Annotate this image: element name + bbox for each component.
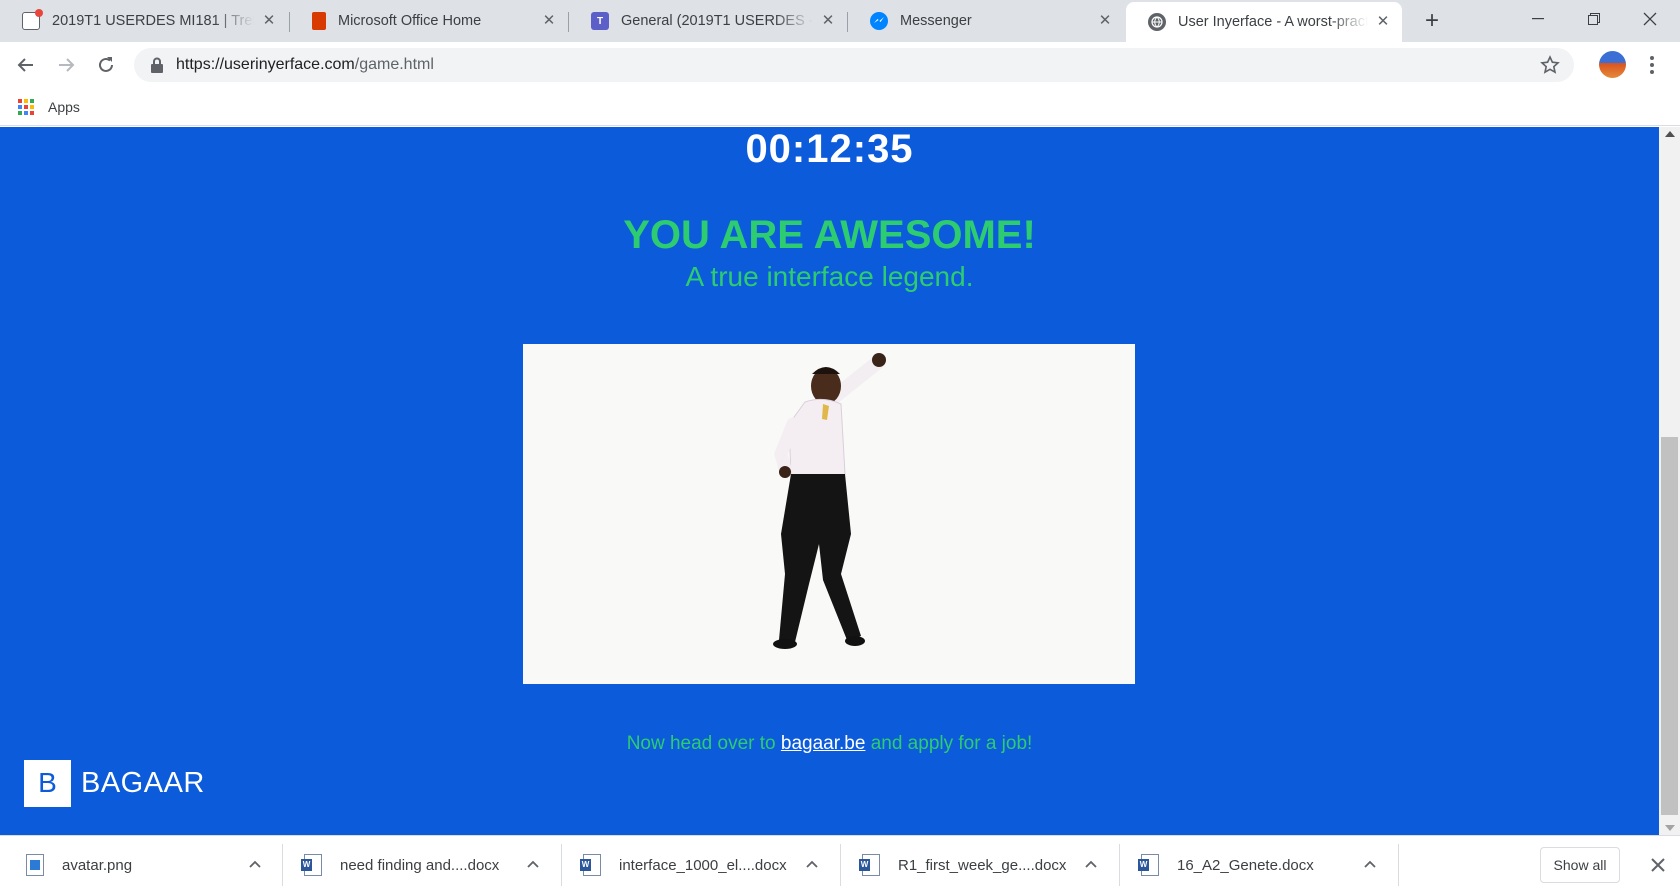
download-filename: R1_first_week_ge....docx <box>898 856 1067 874</box>
url-text: https://userinyerface.com/game.html <box>176 56 434 74</box>
apps-label: Apps <box>48 99 80 115</box>
page-scrollbar[interactable] <box>1659 127 1680 835</box>
chevron-up-icon[interactable] <box>248 857 262 871</box>
download-filename: interface_1000_el....docx <box>619 856 787 874</box>
messenger-icon <box>870 12 888 30</box>
close-icon[interactable]: ✕ <box>1374 13 1392 31</box>
close-icon[interactable]: ✕ <box>819 12 837 30</box>
scroll-up-arrow-icon[interactable] <box>1665 131 1675 137</box>
tab-trello[interactable]: 2019T1 USERDES MI181 | Trello ✕ <box>0 0 288 42</box>
bookmarks-bar: Apps <box>0 88 1680 126</box>
download-separator <box>282 844 283 886</box>
bagaar-link[interactable]: bagaar.be <box>781 733 866 754</box>
tab-title: User Inyerface - A worst-practice UI exp… <box>1178 14 1368 30</box>
download-separator <box>840 844 841 886</box>
minimize-button[interactable] <box>1510 0 1566 38</box>
reload-button[interactable] <box>90 49 122 81</box>
scrollbar-thumb[interactable] <box>1661 437 1678 815</box>
word-file-icon <box>859 854 880 876</box>
tab-title: Messenger <box>900 13 972 29</box>
game-complete-page: 00:12:35 YOU ARE AWESOME! A true interfa… <box>0 127 1659 835</box>
chevron-up-icon[interactable] <box>1363 857 1377 871</box>
back-button[interactable] <box>10 49 42 81</box>
success-subline: A true interface legend. <box>685 261 974 292</box>
download-item[interactable]: avatar.png <box>26 836 262 894</box>
show-all-downloads-button[interactable]: Show all <box>1540 847 1620 883</box>
close-icon[interactable]: ✕ <box>540 12 558 30</box>
teams-icon: T <box>591 12 609 30</box>
trello-icon <box>22 9 43 30</box>
bagaar-logo-word: BAGAAR <box>81 766 205 799</box>
url-path: /game.html <box>354 56 434 73</box>
download-filename: need finding and....docx <box>340 856 500 874</box>
forward-arrow-icon <box>59 58 75 72</box>
chevron-up-icon[interactable] <box>1084 857 1098 871</box>
browser-toolbar: https://userinyerface.com/game.html <box>0 42 1680 88</box>
tab-strip: 2019T1 USERDES MI181 | Trello ✕ Microsof… <box>0 0 1680 42</box>
chevron-up-icon[interactable] <box>526 857 540 871</box>
download-filename: avatar.png <box>62 856 133 874</box>
dancing-man-image <box>523 344 1135 684</box>
minimize-icon <box>1532 18 1544 20</box>
tab-title: General (2019T1 USERDES - MI181) <box>621 13 813 29</box>
window-close-button[interactable] <box>1622 0 1678 38</box>
office-icon <box>312 12 326 30</box>
tab-messenger[interactable]: Messenger ✕ <box>848 0 1124 42</box>
download-filename: 16_A2_Genete.docx <box>1177 856 1314 874</box>
apps-grid-icon <box>18 99 34 115</box>
tab-user-inyerface[interactable]: User Inyerface - A worst-practice UI exp… <box>1126 2 1402 42</box>
url-host: https://userinyerface.com <box>176 56 355 73</box>
tab-title: 2019T1 USERDES MI181 | Trello <box>52 13 254 29</box>
forward-button[interactable] <box>50 49 82 81</box>
restore-icon <box>1588 13 1600 25</box>
tab-office[interactable]: Microsoft Office Home ✕ <box>290 0 568 42</box>
bookmark-star-icon[interactable] <box>1540 55 1560 75</box>
reload-icon <box>99 57 113 72</box>
cta-suffix: and apply for a job! <box>865 733 1033 754</box>
bagaar-logo[interactable]: B BAGAAR <box>24 759 205 807</box>
close-icon <box>1643 12 1657 26</box>
download-separator <box>1398 844 1399 886</box>
download-separator <box>561 844 562 886</box>
cta-prefix: Now head over to <box>626 733 781 754</box>
globe-icon <box>1148 13 1166 31</box>
tab-title: Microsoft Office Home <box>338 13 482 29</box>
bagaar-logo-mark: B <box>24 759 71 807</box>
dancing-man-illustration <box>773 353 886 649</box>
download-shelf: avatar.png need finding and....docx inte… <box>0 835 1680 893</box>
close-icon[interactable] <box>1648 855 1668 875</box>
download-item[interactable]: interface_1000_el....docx <box>580 836 819 894</box>
word-file-icon <box>301 854 322 876</box>
job-call-to-action: Now head over to bagaar.be and apply for… <box>0 733 1659 755</box>
download-separator <box>1119 844 1120 886</box>
image-file-icon <box>26 854 44 876</box>
success-headline: YOU ARE AWESOME! <box>623 213 1036 257</box>
apps-shortcut[interactable]: Apps <box>18 95 80 119</box>
download-item[interactable]: R1_first_week_ge....docx <box>859 836 1098 894</box>
elapsed-timer: 00:12:35 <box>745 127 914 171</box>
chevron-up-icon[interactable] <box>805 857 819 871</box>
download-item[interactable]: need finding and....docx <box>301 836 540 894</box>
tab-teams[interactable]: T General (2019T1 USERDES - MI181) ✕ <box>569 0 847 42</box>
scroll-down-arrow-icon[interactable] <box>1665 825 1675 831</box>
address-bar[interactable]: https://userinyerface.com/game.html <box>134 48 1574 82</box>
word-file-icon <box>1138 854 1159 876</box>
profile-avatar[interactable] <box>1599 51 1626 78</box>
lock-icon <box>151 57 163 73</box>
new-tab-button[interactable]: + <box>1418 8 1446 36</box>
word-file-icon <box>580 854 601 876</box>
back-arrow-icon <box>17 58 33 72</box>
restore-button[interactable] <box>1566 0 1622 38</box>
download-item[interactable]: 16_A2_Genete.docx <box>1138 836 1377 894</box>
close-icon[interactable]: ✕ <box>1096 12 1114 30</box>
browser-menu-button[interactable] <box>1642 52 1662 78</box>
close-icon[interactable]: ✕ <box>260 12 278 30</box>
